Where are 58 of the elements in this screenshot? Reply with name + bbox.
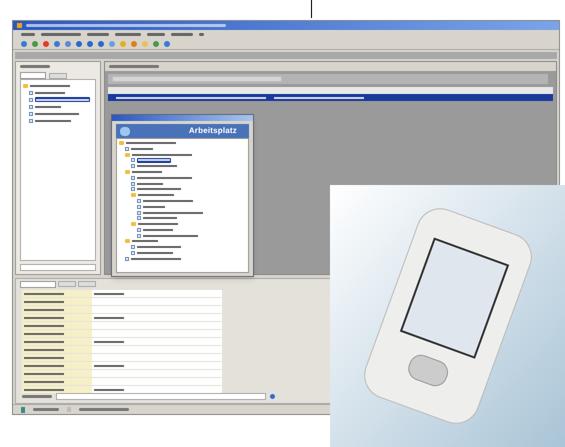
tree-item[interactable] [143, 233, 198, 238]
tree-item[interactable] [35, 104, 61, 110]
table-row[interactable] [108, 94, 553, 102]
input-field[interactable] [112, 76, 282, 82]
input-field[interactable] [20, 264, 96, 272]
folder-icon [131, 193, 136, 198]
tree-item[interactable] [137, 186, 181, 192]
tree-item[interactable] [137, 175, 192, 180]
illegible-text [115, 32, 141, 36]
tree-item[interactable] [143, 198, 193, 204]
illegible-text [21, 32, 35, 36]
tree-item[interactable] [137, 244, 181, 250]
tree-item[interactable] [138, 192, 174, 198]
folder-icon [119, 140, 124, 145]
tree-item[interactable] [137, 250, 173, 256]
leader-line [311, 0, 312, 18]
tree-item[interactable] [132, 169, 162, 174]
tree-item[interactable] [126, 140, 176, 146]
tree-item[interactable] [35, 90, 65, 96]
document-icon [125, 146, 129, 151]
tree-item[interactable] [132, 152, 192, 158]
tree-item[interactable] [35, 97, 90, 102]
folder-icon [131, 222, 136, 226]
tree-item[interactable] [143, 227, 173, 232]
tree-item[interactable] [132, 238, 158, 244]
folder-icon [23, 84, 28, 88]
radio-icon[interactable] [270, 394, 275, 400]
illegible-text [33, 408, 59, 412]
tree-item[interactable] [35, 118, 71, 124]
tree-item[interactable] [131, 146, 153, 152]
illegible-text [22, 395, 52, 398]
illegible-text [87, 32, 109, 36]
app-icon [17, 22, 22, 28]
illegible-text [147, 32, 165, 36]
tree-item[interactable] [35, 111, 79, 116]
illegible-text [171, 32, 193, 36]
tree-item[interactable] [143, 216, 177, 221]
tree-item[interactable] [143, 204, 165, 210]
tree-item[interactable] [138, 222, 178, 227]
illegible-text [199, 32, 204, 36]
folder-icon [125, 239, 130, 244]
illegible-text [79, 408, 129, 412]
status-icon [21, 406, 25, 413]
tree-item[interactable] [131, 256, 181, 262]
sidebar-tab[interactable] [20, 72, 46, 80]
illegible-text [109, 65, 159, 68]
detail-tab[interactable] [20, 281, 56, 288]
tree-item[interactable] [30, 83, 70, 88]
folder-icon [125, 152, 130, 157]
illegible-text [20, 65, 50, 68]
tree-item[interactable] [143, 210, 203, 215]
input-field[interactable] [56, 393, 266, 400]
folder-icon [125, 170, 130, 174]
tree-item[interactable] [137, 181, 163, 186]
illegible-text [41, 32, 81, 36]
tree-item[interactable] [137, 164, 177, 169]
tree-item[interactable] [137, 158, 171, 163]
banner-title: Arbeitsplatz [188, 125, 238, 138]
